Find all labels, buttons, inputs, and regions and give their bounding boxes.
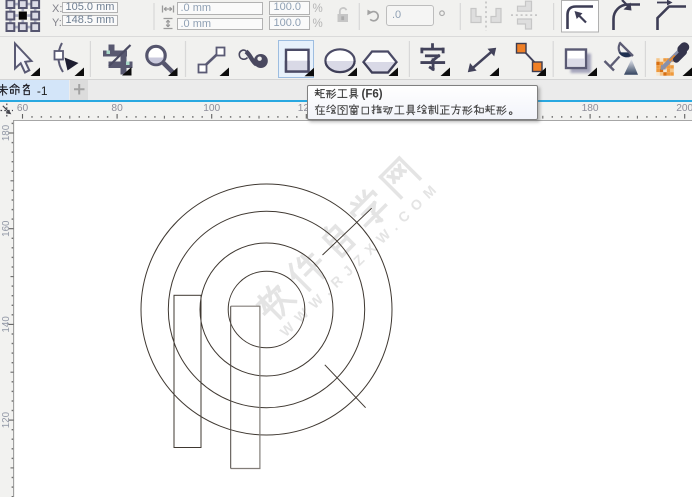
svg-text:(F6): (F6) — [362, 89, 383, 101]
